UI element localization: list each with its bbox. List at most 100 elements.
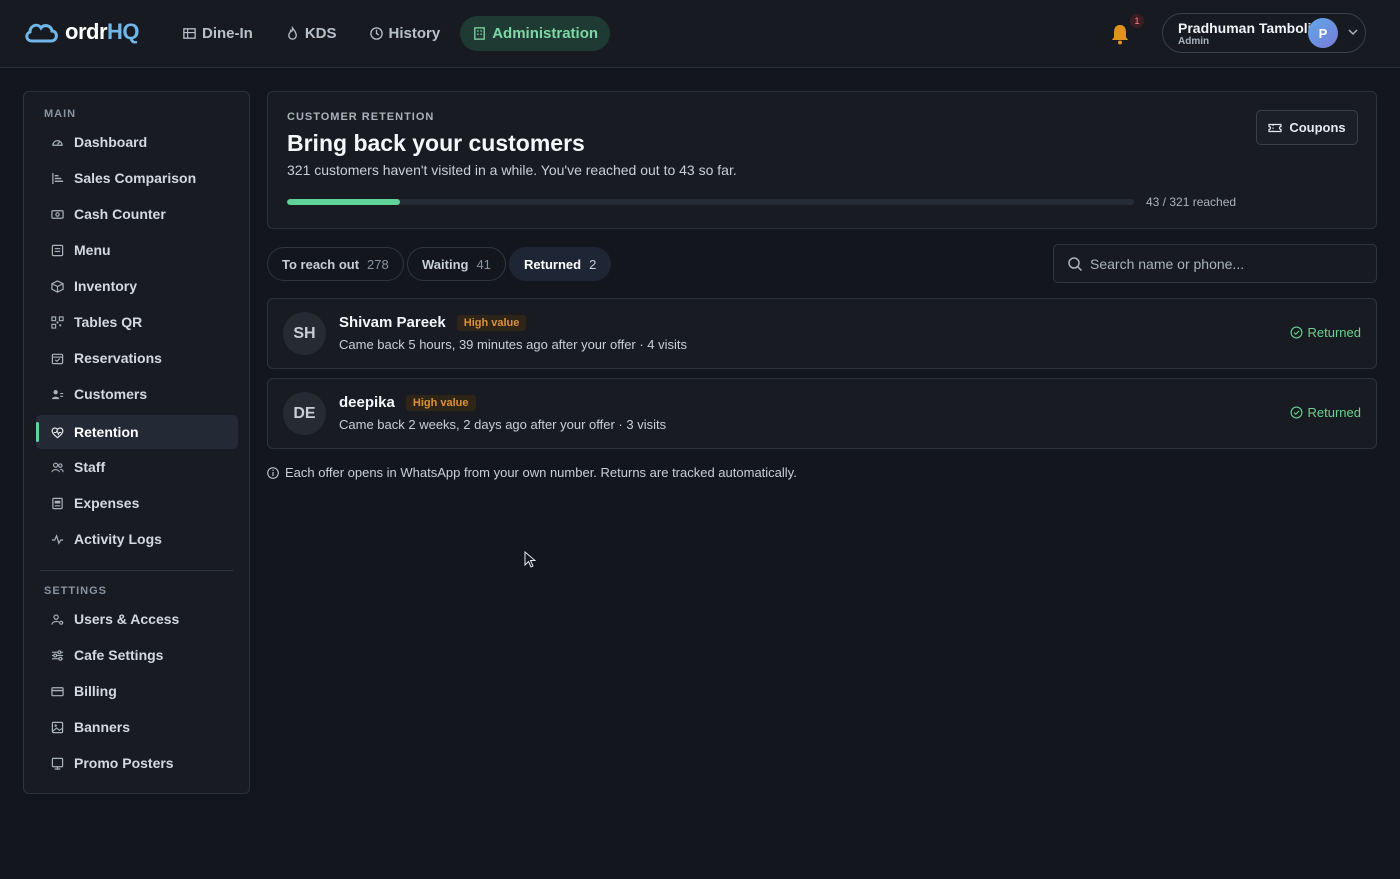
nav-kds-label: KDS: [304, 25, 337, 42]
sidebar-item-banners[interactable]: Banners: [36, 710, 238, 744]
tab-label: Waiting: [422, 256, 469, 272]
sidebar-item-label: Menu: [74, 242, 111, 258]
customer-name: Shivam Pareek: [339, 314, 446, 331]
user-menu[interactable]: Pradhuman Tamboli Admin P: [1162, 13, 1366, 53]
customer-row[interactable]: SH Shivam Pareek High value Came back 5 …: [267, 298, 1377, 369]
sidebar-item-cafe-settings[interactable]: Cafe Settings: [36, 638, 238, 672]
users-icon: [51, 389, 64, 399]
sidebar-item-label: Inventory: [74, 278, 138, 294]
sidebar-item-label: Cafe Settings: [74, 647, 164, 663]
sidebar-item-menu[interactable]: Menu: [36, 233, 238, 267]
logo-text-main: ordr: [65, 19, 108, 44]
tab-label: Returned: [524, 256, 582, 272]
receipt-icon: [52, 497, 63, 509]
tab-count: 278: [367, 256, 389, 272]
search-box: [1053, 244, 1377, 283]
tab-count: 41: [476, 256, 491, 272]
sidebar-item-retention[interactable]: Retention: [36, 415, 238, 449]
nav-administration[interactable]: Administration: [460, 16, 611, 51]
customer-avatar: DE: [283, 392, 326, 435]
notification-badge: 1: [1130, 14, 1144, 28]
info-icon: [267, 466, 279, 479]
sidebar-item-label: Customers: [74, 386, 148, 402]
sidebar-item-label: Promo Posters: [74, 755, 174, 771]
staff-icon: [51, 462, 64, 472]
sidebar-item-inventory[interactable]: Inventory: [36, 269, 238, 303]
sidebar-item-label: Activity Logs: [74, 531, 162, 547]
sidebar-item-expenses[interactable]: Expenses: [36, 486, 238, 520]
user-name: Pradhuman Tamboli: [1178, 20, 1312, 36]
bell-icon[interactable]: [1109, 22, 1131, 46]
nav-history[interactable]: History: [357, 16, 453, 51]
sidebar-item-promo-posters[interactable]: Promo Posters: [36, 746, 238, 780]
sidebar-item-users-access[interactable]: Users & Access: [36, 602, 238, 636]
sidebar-item-label: Dashboard: [74, 134, 148, 150]
sidebar-item-label: Staff: [74, 459, 106, 475]
sidebar-item-label: Billing: [74, 683, 117, 699]
reach-progress-label: 43 / 321 reached: [1146, 195, 1237, 209]
user-key-icon: [51, 613, 64, 625]
reach-progress-bar: [287, 199, 1134, 205]
sliders-icon: [51, 649, 64, 661]
nav-dine-in-label: Dine-In: [202, 25, 253, 42]
page-title: Bring back your customers: [287, 130, 585, 156]
sidebar-item-label: Retention: [74, 424, 139, 440]
poster-icon: [51, 757, 64, 770]
sidebar-item-tables-qr[interactable]: Tables QR: [36, 305, 238, 339]
avatar: P: [1308, 18, 1338, 48]
coupons-button-label: Coupons: [1289, 120, 1346, 135]
logo-text-accent: HQ: [107, 19, 140, 44]
sidebar: MAIN Dashboard Sales Comparison Cash Cou…: [23, 91, 250, 794]
sidebar-item-label: Reservations: [74, 350, 162, 366]
status-badge: Returned: [1290, 325, 1361, 340]
chevron-down-icon: [1348, 29, 1358, 36]
gauge-icon: [52, 139, 63, 146]
status-badge: Returned: [1290, 405, 1361, 420]
coupons-button[interactable]: Coupons: [1256, 110, 1358, 145]
tab-returned[interactable]: Returned 2: [509, 247, 612, 281]
sidebar-item-customers[interactable]: Customers: [36, 377, 238, 411]
tab-label: To reach out: [282, 256, 360, 272]
sidebar-item-activity-logs[interactable]: Activity Logs: [36, 522, 238, 556]
sidebar-heading-settings: SETTINGS: [44, 585, 108, 597]
sidebar-item-sales-comparison[interactable]: Sales Comparison: [36, 161, 238, 195]
table-icon: [183, 28, 196, 39]
status-label: Returned: [1307, 405, 1361, 420]
status-label: Returned: [1307, 325, 1361, 340]
logo[interactable]: ordrHQ: [23, 19, 140, 45]
nav-administration-label: Administration: [492, 25, 599, 42]
sidebar-item-billing[interactable]: Billing: [36, 674, 238, 708]
menu-icon: [51, 244, 64, 256]
sidebar-item-label: Users & Access: [74, 611, 180, 627]
tab-to-reach-out[interactable]: To reach out 278: [267, 247, 404, 281]
customer-detail: Came back 2 weeks, 2 days ago after your…: [339, 417, 667, 432]
high-value-badge: High value: [456, 314, 527, 331]
page-eyebrow: CUSTOMER RETENTION: [287, 111, 435, 123]
sidebar-heading-main: MAIN: [44, 108, 77, 120]
sidebar-item-label: Sales Comparison: [74, 170, 197, 186]
building-icon: [474, 27, 486, 40]
tab-waiting[interactable]: Waiting 41: [407, 247, 506, 281]
nav-kds[interactable]: KDS: [273, 16, 349, 51]
sidebar-item-dashboard[interactable]: Dashboard: [36, 125, 238, 159]
top-bar: ordrHQ Dine-In KDS History Administratio…: [0, 0, 1400, 68]
retention-summary-card: CUSTOMER RETENTION Bring back your custo…: [267, 91, 1377, 229]
sidebar-item-label: Cash Counter: [74, 206, 166, 222]
sidebar-item-label: Expenses: [74, 495, 140, 511]
sidebar-item-label: Banners: [74, 719, 131, 735]
main-nav: Dine-In KDS History Administration: [170, 16, 611, 51]
tab-count: 2: [589, 256, 597, 272]
sidebar-item-cash-counter[interactable]: Cash Counter: [36, 197, 238, 231]
footnote-text: Each offer opens in WhatsApp from your o…: [285, 465, 797, 480]
sidebar-item-reservations[interactable]: Reservations: [36, 341, 238, 375]
high-value-badge: High value: [405, 394, 476, 411]
nav-dine-in[interactable]: Dine-In: [170, 16, 265, 51]
search-input[interactable]: [1090, 245, 1370, 282]
sidebar-item-staff[interactable]: Staff: [36, 450, 238, 484]
customer-row[interactable]: DE deepika High value Came back 2 weeks,…: [267, 378, 1377, 449]
flame-icon: [287, 26, 297, 40]
clock-icon: [369, 27, 383, 40]
mouse-cursor-icon: [524, 551, 536, 568]
sidebar-item-label: Tables QR: [74, 314, 143, 330]
card-icon: [51, 686, 64, 696]
